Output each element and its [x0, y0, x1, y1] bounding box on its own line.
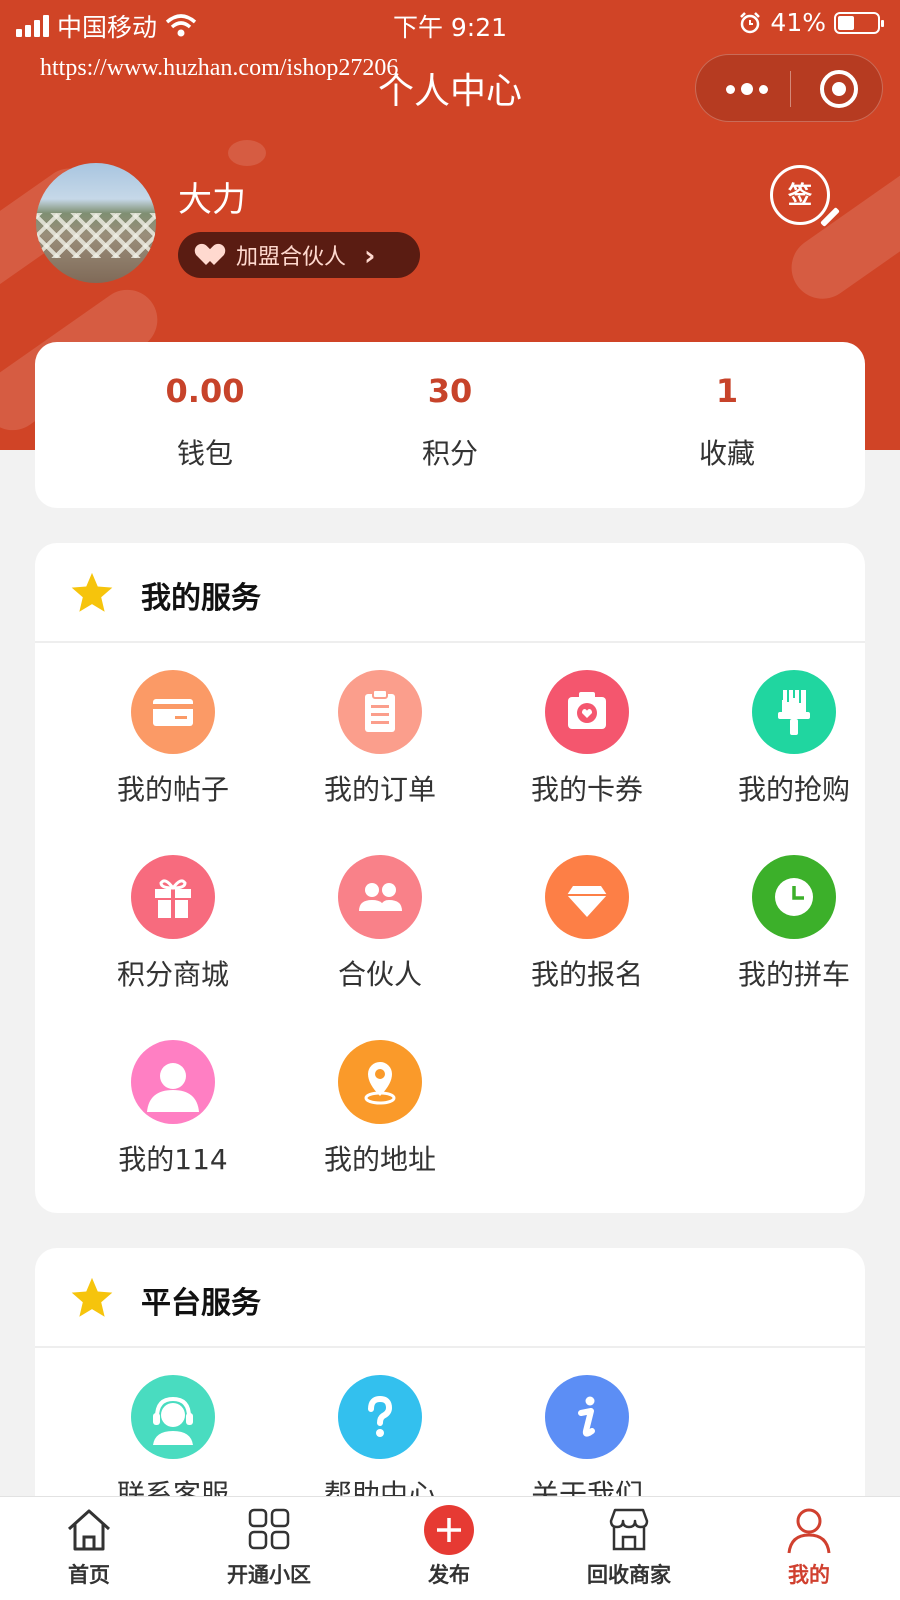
location-pin-icon	[338, 1040, 422, 1124]
service-label: 我的帖子	[116, 773, 229, 806]
battery-icon	[834, 11, 884, 34]
profile-icon	[783, 1505, 835, 1555]
tab-label: 首页	[68, 1563, 110, 1587]
tab-label: 发布	[428, 1563, 470, 1587]
battery-percent: 41%	[770, 8, 826, 37]
service-label: 我的114	[118, 1143, 228, 1176]
tab-open-community[interactable]: 开通小区	[199, 1505, 339, 1589]
card-icon	[131, 670, 215, 754]
my-services-card: 我的服务 我的帖子 我的订单 我的卡券 我的抢购 积分商城 合伙人 我的报名 我…	[35, 543, 865, 1213]
service-my-orders[interactable]: 我的订单	[280, 670, 480, 808]
sign-in-label: 签	[788, 181, 812, 209]
avatar[interactable]	[36, 163, 156, 283]
service-partner[interactable]: 合伙人	[280, 855, 480, 993]
service-about-us[interactable]: 关于我们	[487, 1375, 687, 1513]
question-icon	[338, 1375, 422, 1459]
sign-in-button[interactable]: 签	[770, 165, 840, 227]
service-help-center[interactable]: 帮助中心	[280, 1375, 480, 1513]
status-bar: 中国移动 下午 9:21 41%	[0, 0, 900, 46]
service-label: 我的订单	[323, 773, 436, 806]
service-my-coupons[interactable]: 我的卡券	[487, 670, 687, 808]
service-my-carpool[interactable]: 我的拼车	[694, 855, 865, 993]
username: 大力	[178, 180, 246, 220]
alarm-icon	[740, 11, 761, 33]
people-icon	[338, 855, 422, 939]
clipboard-icon	[338, 670, 422, 754]
service-label: 我的卡券	[530, 773, 643, 806]
watermark-text: https://www.huzhan.com/ishop27206	[40, 55, 399, 81]
join-partner-button[interactable]: 加盟合伙人 ›	[178, 232, 420, 278]
diamond-icon	[545, 855, 629, 939]
stats-card: 0.00 钱包 30 积分 1 收藏	[35, 342, 865, 508]
section-title: 我的服务	[141, 581, 261, 616]
service-my-flash-sale[interactable]: 我的抢购	[694, 670, 865, 808]
service-label: 积分商城	[116, 958, 229, 991]
stat-label: 积分	[421, 437, 478, 470]
stat-value: 1	[715, 372, 739, 410]
store-icon	[603, 1505, 655, 1555]
chevron-right-icon: ›	[364, 238, 376, 272]
service-label: 我的抢购	[737, 773, 850, 806]
bottom-tab-bar: 首页 开通小区 发布 回收商家 我的	[0, 1496, 900, 1600]
tab-home[interactable]: 首页	[19, 1505, 159, 1589]
home-icon	[63, 1505, 115, 1555]
service-my-114[interactable]: 我的114	[73, 1040, 273, 1178]
service-label: 合伙人	[337, 958, 422, 991]
star-icon	[71, 572, 113, 612]
stat-label: 收藏	[698, 437, 755, 470]
service-points-mall[interactable]: 积分商城	[73, 855, 273, 993]
mini-program-capsule	[695, 54, 883, 122]
clock-icon	[752, 855, 836, 939]
close-target-icon[interactable]	[820, 70, 858, 108]
grid-icon	[243, 1505, 295, 1555]
service-contact-support[interactable]: 联系客服	[73, 1375, 273, 1513]
handshake-heart-icon	[200, 243, 226, 267]
info-icon	[545, 1375, 629, 1459]
stat-points[interactable]: 30 积分	[350, 372, 550, 472]
stat-label: 钱包	[176, 437, 233, 470]
stat-wallet[interactable]: 0.00 钱包	[105, 372, 305, 472]
star-icon	[71, 1277, 113, 1317]
service-label: 我的地址	[323, 1143, 436, 1176]
stat-value: 30	[427, 372, 473, 410]
service-my-address[interactable]: 我的地址	[280, 1040, 480, 1178]
brush-icon	[752, 670, 836, 754]
camera-icon	[545, 670, 629, 754]
more-icon[interactable]	[726, 77, 768, 101]
service-my-registration[interactable]: 我的报名	[487, 855, 687, 993]
tab-publish[interactable]: 发布	[379, 1505, 519, 1589]
stat-value: 0.00	[165, 372, 245, 410]
service-label: 我的报名	[530, 958, 643, 991]
user-icon	[131, 1040, 215, 1124]
service-label: 我的拼车	[737, 958, 850, 991]
gift-icon	[131, 855, 215, 939]
tab-label: 回收商家	[587, 1563, 671, 1587]
tab-mine[interactable]: 我的	[739, 1505, 879, 1589]
plus-icon	[423, 1505, 475, 1555]
tab-recycle-merchants[interactable]: 回收商家	[559, 1505, 699, 1589]
stat-favorites[interactable]: 1 收藏	[627, 372, 827, 472]
service-my-posts[interactable]: 我的帖子	[73, 670, 273, 808]
section-title: 平台服务	[141, 1286, 261, 1321]
join-partner-label: 加盟合伙人	[236, 245, 347, 270]
headset-icon	[131, 1375, 215, 1459]
tab-label: 我的	[788, 1563, 830, 1587]
tab-label: 开通小区	[227, 1563, 311, 1587]
